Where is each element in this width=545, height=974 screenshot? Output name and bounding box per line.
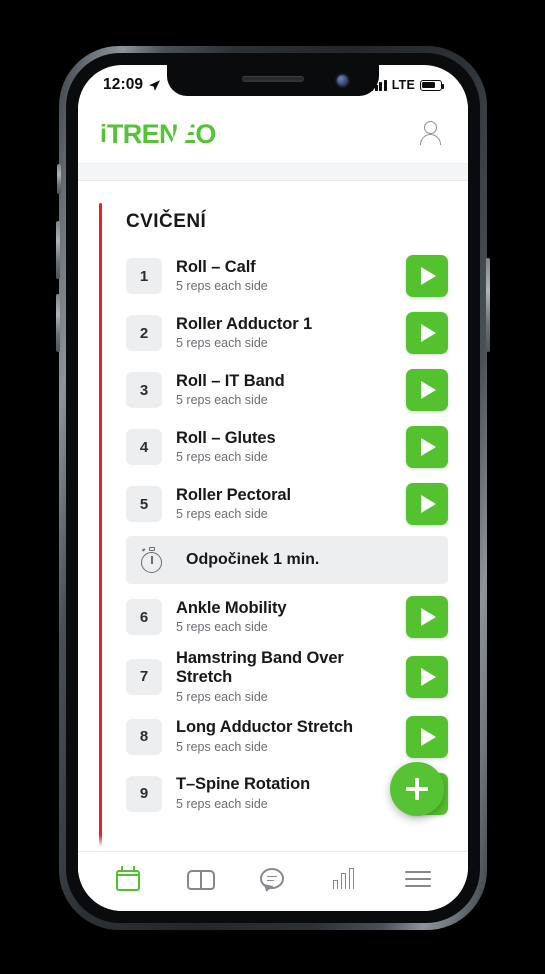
volume-down-button[interactable] (56, 294, 60, 352)
phone-screen: 12:09 LTE i TREN E O CVIČENÍ 1 Roll – Ca… (78, 65, 468, 911)
phone-bezel: 12:09 LTE i TREN E O CVIČENÍ 1 Roll – Ca… (66, 53, 480, 923)
list-item[interactable]: 5 Roller Pectoral 5 reps each side (126, 479, 448, 529)
exercise-number: 8 (126, 718, 162, 755)
exercise-info: Roller Pectoral 5 reps each side (176, 486, 392, 523)
list-item[interactable]: 6 Ankle Mobility 5 reps each side (126, 592, 448, 642)
header-divider (78, 163, 468, 181)
nav-item-calendar[interactable] (106, 860, 150, 898)
exercise-name: T–Spine Rotation (176, 775, 311, 794)
exercise-info: Roll – Calf 5 reps each side (176, 258, 392, 295)
phone-frame: 12:09 LTE i TREN E O CVIČENÍ 1 Roll – Ca… (56, 46, 490, 930)
app-header: i TREN E O (78, 105, 468, 163)
list-item[interactable]: 7 Hamstring Band Over Stretch 5 reps eac… (126, 649, 448, 705)
exercise-info: Roller Adductor 1 5 reps each side (176, 315, 392, 352)
location-arrow-icon (149, 79, 161, 91)
exercise-name: Roller Pectoral (176, 485, 291, 504)
play-icon[interactable] (406, 426, 448, 468)
play-icon[interactable] (406, 369, 448, 411)
exercise-info: Ankle Mobility 5 reps each side (176, 599, 392, 636)
exercise-reps: 5 reps each side (176, 796, 268, 811)
exercise-name: Roll – IT Band (176, 371, 285, 390)
phone-notch (167, 65, 379, 96)
logo-text-o: O (195, 118, 216, 149)
list-item[interactable]: 4 Roll – Glutes 5 reps each side (126, 422, 448, 472)
exercise-info: T–Spine Rotation 5 reps each side (176, 775, 392, 812)
status-time: 12:09 (103, 76, 144, 93)
chat-icon (258, 865, 288, 893)
exercise-number: 3 (126, 372, 162, 408)
app-logo[interactable]: i TREN E O (100, 118, 216, 149)
exercise-reps: 5 reps each side (176, 507, 268, 522)
exercise-name: Roll – Glutes (176, 428, 276, 447)
bottom-navigation (78, 851, 468, 911)
page-title: CVIČENÍ (126, 211, 207, 232)
exercise-number: 1 (126, 258, 162, 294)
silent-switch[interactable] (57, 164, 61, 194)
plus-icon-horizontal (406, 787, 428, 791)
battery-icon (420, 79, 445, 91)
nav-item-stats[interactable] (323, 860, 367, 898)
exercise-info: Hamstring Band Over Stretch 5 reps each … (176, 649, 392, 705)
battery-fill (422, 81, 436, 89)
play-icon[interactable] (406, 715, 448, 758)
exercise-info: Roll – IT Band 5 reps each side (176, 372, 392, 409)
rest-item[interactable]: Odpočinek 1 min. (126, 536, 448, 584)
exercise-number: 9 (126, 775, 162, 812)
exercise-reps: 5 reps each side (176, 393, 268, 408)
exercise-number: 7 (126, 658, 162, 695)
nav-item-messages[interactable] (251, 860, 295, 898)
avatar-head (424, 121, 437, 134)
list-item[interactable]: 3 Roll – IT Band 5 reps each side (126, 365, 448, 415)
volume-up-button[interactable] (56, 221, 60, 279)
status-bar-right: LTE (370, 78, 445, 92)
logo-text-main: TREN (106, 118, 179, 149)
list-item[interactable]: 2 Roller Adductor 1 5 reps each side (126, 308, 448, 358)
exercise-name: Ankle Mobility (176, 598, 287, 617)
play-icon[interactable] (406, 312, 448, 354)
nav-item-menu[interactable] (396, 860, 440, 898)
hamburger-menu-icon (403, 865, 433, 893)
exercise-list: CVIČENÍ 1 Roll – Calf 5 reps each side 2… (78, 181, 468, 826)
calendar-icon (113, 865, 143, 893)
person-icon[interactable] (418, 119, 444, 149)
network-label: LTE (391, 78, 415, 92)
exercise-number: 2 (126, 315, 162, 351)
play-icon[interactable] (406, 655, 448, 698)
stopwatch-icon (138, 546, 166, 574)
exercise-name: Hamstring Band Over Stretch (176, 649, 344, 686)
rest-label: Odpočinek 1 min. (186, 551, 320, 568)
logo-prefix: i (100, 119, 107, 148)
status-bar-left: 12:09 (103, 76, 161, 94)
exercise-info: Roll – Glutes 5 reps each side (176, 429, 392, 466)
add-exercise-fab[interactable] (390, 762, 444, 816)
avatar-body (420, 134, 441, 145)
exercise-number: 4 (126, 429, 162, 465)
list-item[interactable]: 8 Long Adductor Stretch 5 reps each side (126, 712, 448, 762)
earpiece-speaker (242, 76, 304, 82)
play-icon[interactable] (406, 483, 448, 525)
power-button[interactable] (486, 258, 490, 352)
exercise-reps: 5 reps each side (176, 279, 268, 294)
bar-chart-icon (330, 865, 360, 893)
exercise-name: Roll – Calf (176, 257, 256, 276)
exercise-reps: 5 reps each side (176, 620, 268, 635)
exercise-reps: 5 reps each side (176, 450, 268, 465)
exercise-name: Long Adductor Stretch (176, 718, 353, 737)
exercise-number: 5 (126, 486, 162, 522)
exercise-reps: 5 reps each side (176, 689, 268, 704)
nav-item-library[interactable] (179, 860, 223, 898)
exercise-info: Long Adductor Stretch 5 reps each side (176, 718, 392, 755)
exercise-name: Roller Adductor 1 (176, 314, 313, 333)
play-icon[interactable] (406, 596, 448, 638)
exercise-number: 6 (126, 599, 162, 635)
front-camera (337, 75, 348, 86)
exercise-reps: 5 reps each side (176, 739, 268, 754)
book-icon (186, 865, 216, 893)
exercise-reps: 5 reps each side (176, 336, 268, 351)
logo-text-e: E (177, 118, 196, 149)
list-fade-overlay (78, 835, 468, 851)
play-icon[interactable] (406, 255, 448, 297)
list-item[interactable]: 1 Roll – Calf 5 reps each side (126, 251, 448, 301)
exercise-list-scroll[interactable]: CVIČENÍ 1 Roll – Calf 5 reps each side 2… (78, 181, 468, 851)
